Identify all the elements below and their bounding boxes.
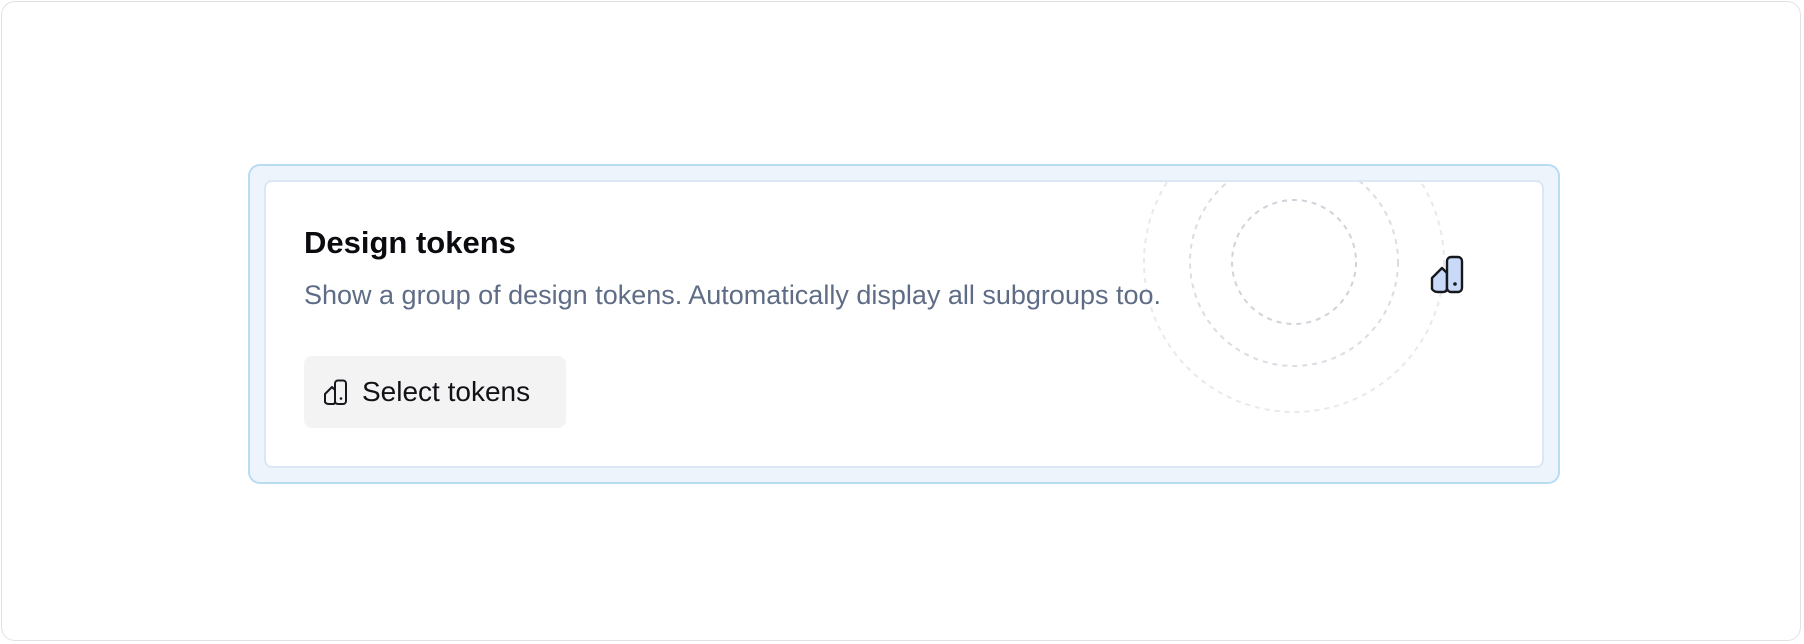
design-tokens-illustration-icon (1426, 252, 1470, 296)
block-title: Design tokens (304, 225, 516, 260)
design-tokens-icon (322, 378, 350, 406)
design-tokens-card: Design tokens Show a group of design tok… (264, 180, 1544, 468)
select-tokens-button[interactable]: Select tokens (304, 356, 566, 428)
design-tokens-block[interactable]: Design tokens Show a group of design tok… (248, 164, 1560, 484)
canvas-frame: Design tokens Show a group of design tok… (1, 1, 1801, 641)
block-description: Show a group of design tokens. Automatic… (304, 280, 1162, 310)
select-tokens-label: Select tokens (362, 376, 531, 407)
